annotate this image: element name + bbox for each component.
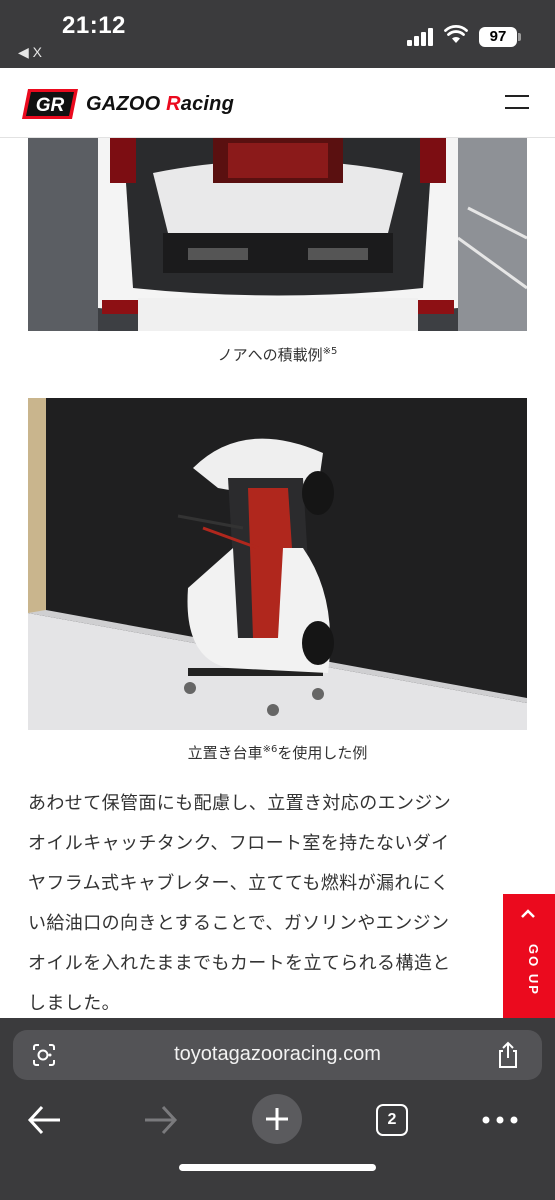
battery-level: 97 [479,27,517,47]
gr-gazoo-racing-logo[interactable]: GR GAZOO Racing [22,88,234,120]
status-bar: 21:12 ◀ X 97 [0,0,555,68]
forward-arrow-icon[interactable] [141,1098,179,1142]
figure1-caption: ノアへの積載例※5 [217,346,338,364]
photo-standing-cart [28,398,527,730]
paragraph-line: オイルを入れたままでもカートを立てられる構造と [28,953,451,974]
status-time: 21:12 [62,12,126,39]
browser-toolbar: toyotagazooracing.com 2 [0,1018,555,1200]
photo-noah-loading [28,138,527,331]
site-header: GR GAZOO Racing [0,68,555,138]
address-bar[interactable]: toyotagazooracing.com [13,1030,542,1080]
tabs-button[interactable]: 2 [374,1098,410,1142]
cellular-signal-icon [407,28,435,46]
paragraph-line: オイルキャッチタンク、フロート室を持たないダイ [28,833,450,854]
new-tab-button[interactable] [252,1094,302,1144]
plus-icon [266,1108,288,1130]
paragraph-line: い給油口の向きとすることで、ガソリンやエンジン [28,913,450,934]
tab-count: 2 [376,1104,408,1136]
paragraph-line: あわせて保管面にも配慮し、立置き対応のエンジン [28,793,452,814]
chevron-up-icon [521,909,535,918]
svg-text:GR: GR [36,95,65,116]
article-paragraph: あわせて保管面にも配慮し、立置き対応のエンジン オイルキャッチタンク、フロート室… [28,784,508,1024]
share-icon[interactable] [495,1041,521,1069]
wifi-icon [444,25,468,43]
go-up-button[interactable]: GO UP [503,894,555,1018]
more-icon[interactable] [480,1098,520,1142]
logo-wordmark: GAZOO Racing [86,92,234,115]
gr-logo-mark: GR [22,89,78,119]
url-text[interactable]: toyotagazooracing.com [13,1043,542,1066]
go-up-label: GO UP [526,944,541,996]
paragraph-line: ヤフラム式キャブレター、立てても燃料が漏れにく [28,873,450,894]
figure2-caption: 立置き台車※6を使用した例 [187,744,368,762]
home-indicator [179,1164,376,1171]
back-arrow-icon[interactable] [26,1098,64,1142]
hamburger-menu-icon[interactable] [505,95,529,111]
back-to-app-link[interactable]: ◀ X [18,44,42,61]
battery-tip [518,33,521,41]
